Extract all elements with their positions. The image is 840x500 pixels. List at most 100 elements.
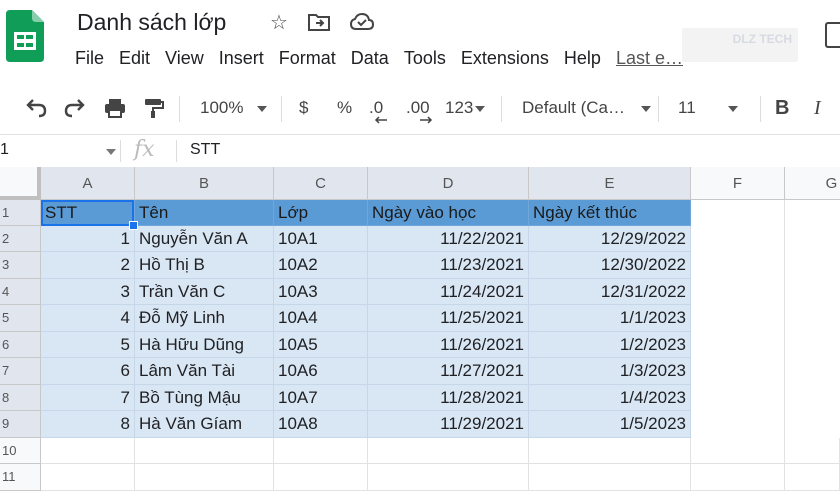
paint-format-icon[interactable] xyxy=(142,96,166,120)
table-cell[interactable]: 10A6 xyxy=(274,358,368,385)
currency-format-button[interactable]: $ xyxy=(299,96,308,120)
menu-data[interactable]: Data xyxy=(351,48,389,69)
table-cell[interactable]: 8 xyxy=(41,411,135,438)
row-header-9[interactable]: 9 xyxy=(0,411,41,438)
table-cell[interactable]: Hà Hữu Dũng xyxy=(135,332,274,358)
table-cell[interactable]: Đỗ Mỹ Linh xyxy=(135,305,274,332)
sheets-logo[interactable] xyxy=(6,10,44,62)
empty-column-g[interactable] xyxy=(785,200,840,438)
table-cell[interactable]: 10A4 xyxy=(274,305,368,332)
name-box[interactable]: 1 xyxy=(0,141,9,159)
font-family-select[interactable]: Default (Ca… xyxy=(522,96,651,120)
table-cell[interactable]: 10A1 xyxy=(274,226,368,252)
empty-cell[interactable] xyxy=(785,438,840,464)
bold-button[interactable]: B xyxy=(775,96,789,120)
cell-c1[interactable]: Lớp xyxy=(274,200,368,226)
cell-d1[interactable]: Ngày vào học xyxy=(368,200,529,226)
table-cell[interactable]: 2 xyxy=(41,252,135,279)
empty-cell[interactable] xyxy=(274,464,368,491)
menu-extensions[interactable]: Extensions xyxy=(461,48,549,69)
row-header-5[interactable]: 5 xyxy=(0,305,41,332)
font-size-select[interactable]: 11 xyxy=(678,96,738,120)
empty-column-f[interactable] xyxy=(691,200,785,438)
empty-cell[interactable] xyxy=(368,464,529,491)
row-header-3[interactable]: 3 xyxy=(0,252,41,279)
select-all-corner[interactable] xyxy=(0,167,41,200)
name-box-caret[interactable] xyxy=(106,149,116,155)
formula-input[interactable]: STT xyxy=(190,141,220,159)
row-header-10[interactable]: 10 xyxy=(0,438,41,464)
document-title[interactable]: Danh sách lớp xyxy=(77,9,226,36)
table-cell[interactable]: 10A2 xyxy=(274,252,368,279)
table-cell[interactable]: 11/28/2021 xyxy=(368,385,529,411)
empty-cell[interactable] xyxy=(274,438,368,464)
table-cell[interactable]: Hà Văn Gíam xyxy=(135,411,274,438)
menu-file[interactable]: File xyxy=(75,48,104,69)
table-cell[interactable]: 11/26/2021 xyxy=(368,332,529,358)
redo-icon[interactable] xyxy=(63,96,87,120)
cloud-saved-icon[interactable] xyxy=(349,12,375,34)
zoom-select[interactable]: 100% xyxy=(200,96,268,120)
column-header-e[interactable]: E xyxy=(529,167,691,200)
italic-button[interactable]: I xyxy=(814,96,821,120)
menu-insert[interactable]: Insert xyxy=(219,48,264,69)
print-icon[interactable] xyxy=(103,96,127,120)
table-cell[interactable]: 10A5 xyxy=(274,332,368,358)
table-cell[interactable]: 5 xyxy=(41,332,135,358)
table-cell[interactable]: 11/24/2021 xyxy=(368,279,529,305)
percent-format-button[interactable]: % xyxy=(337,96,352,120)
row-header-11[interactable]: 11 xyxy=(0,464,41,491)
comment-history-icon[interactable] xyxy=(825,22,840,48)
table-cell[interactable]: 11/27/2021 xyxy=(368,358,529,385)
table-cell[interactable]: Trần Văn C xyxy=(135,279,274,305)
table-cell[interactable]: 1/5/2023 xyxy=(529,411,691,438)
undo-icon[interactable] xyxy=(24,96,48,120)
table-cell[interactable]: 1/1/2023 xyxy=(529,305,691,332)
table-cell[interactable]: 11/29/2021 xyxy=(368,411,529,438)
column-header-b[interactable]: B xyxy=(135,167,274,200)
column-header-d[interactable]: D xyxy=(368,167,529,200)
table-cell[interactable]: Lâm Văn Tài xyxy=(135,358,274,385)
table-cell[interactable]: 11/23/2021 xyxy=(368,252,529,279)
column-header-c[interactable]: C xyxy=(274,167,368,200)
empty-cell[interactable] xyxy=(135,464,274,491)
empty-cell[interactable] xyxy=(691,438,785,464)
empty-cell[interactable] xyxy=(368,438,529,464)
table-cell[interactable]: 10A3 xyxy=(274,279,368,305)
table-cell[interactable]: 3 xyxy=(41,279,135,305)
table-cell[interactable]: 1/4/2023 xyxy=(529,385,691,411)
menu-help[interactable]: Help xyxy=(564,48,601,69)
column-header-a[interactable]: A xyxy=(41,167,135,200)
empty-cell[interactable] xyxy=(41,438,135,464)
cell-b1[interactable]: Tên xyxy=(135,200,274,226)
table-cell[interactable]: 4 xyxy=(41,305,135,332)
table-cell[interactable]: 12/30/2022 xyxy=(529,252,691,279)
table-cell[interactable]: 11/22/2021 xyxy=(368,226,529,252)
table-cell[interactable]: Hồ Thị B xyxy=(135,252,274,279)
row-header-7[interactable]: 7 xyxy=(0,358,41,385)
empty-cell[interactable] xyxy=(691,464,785,491)
decrease-decimal-button[interactable]: .0 xyxy=(369,96,387,124)
table-cell[interactable]: 12/31/2022 xyxy=(529,279,691,305)
menu-edit[interactable]: Edit xyxy=(119,48,150,69)
more-formats-button[interactable]: 123 xyxy=(445,96,486,120)
table-cell[interactable]: 1 xyxy=(41,226,135,252)
empty-cell[interactable] xyxy=(529,438,691,464)
table-cell[interactable]: Bồ Tùng Mậu xyxy=(135,385,274,411)
move-folder-icon[interactable] xyxy=(308,12,330,34)
table-cell[interactable]: 7 xyxy=(41,385,135,411)
fill-handle[interactable] xyxy=(129,221,138,230)
empty-cell[interactable] xyxy=(135,438,274,464)
table-cell[interactable]: 10A7 xyxy=(274,385,368,411)
table-cell[interactable]: 1/2/2023 xyxy=(529,332,691,358)
table-cell[interactable]: Nguyễn Văn A xyxy=(135,226,274,252)
menu-tools[interactable]: Tools xyxy=(404,48,446,69)
row-header-4[interactable]: 4 xyxy=(0,279,41,305)
column-header-f[interactable]: F xyxy=(691,167,785,200)
row-header-1[interactable]: 1 xyxy=(0,200,41,226)
cell-e1[interactable]: Ngày kết thúc xyxy=(529,200,691,226)
row-header-2[interactable]: 2 xyxy=(0,226,41,252)
cell-a1[interactable]: STT xyxy=(41,200,135,226)
table-cell[interactable]: 12/29/2022 xyxy=(529,226,691,252)
last-edit-link[interactable]: Last e… xyxy=(616,48,683,69)
